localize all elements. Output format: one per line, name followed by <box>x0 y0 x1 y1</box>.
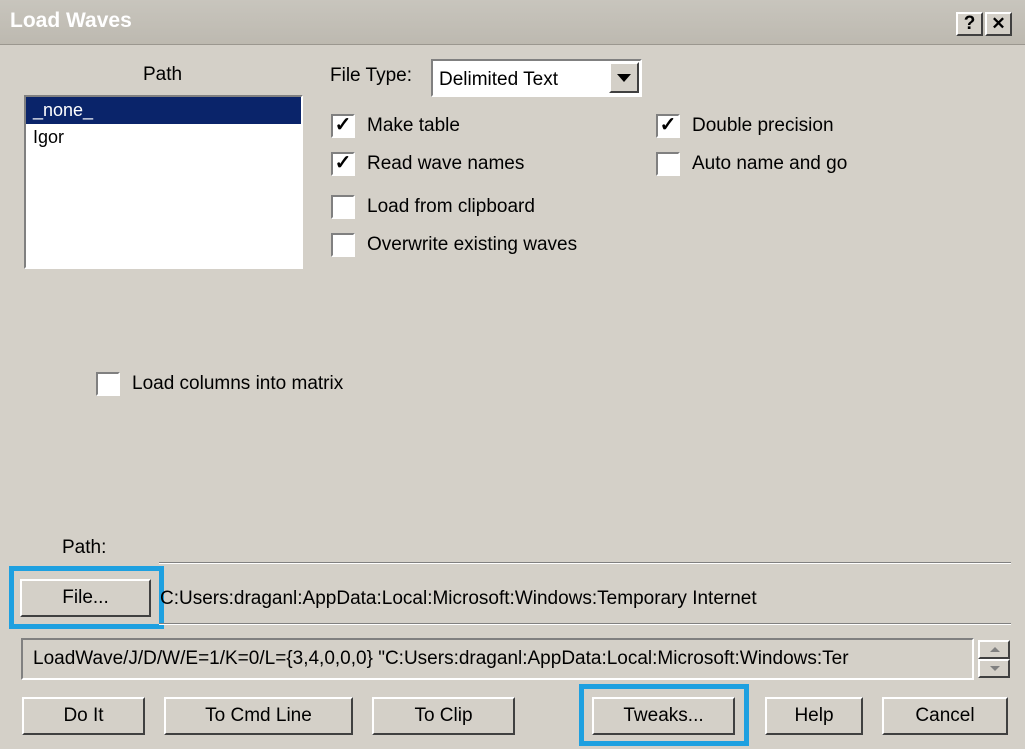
cancel-button[interactable]: Cancel <box>882 697 1008 735</box>
command-text: LoadWave/J/D/W/E=1/K=0/L={3,4,0,0,0} "C:… <box>33 648 849 669</box>
close-icon[interactable]: ✕ <box>985 12 1012 36</box>
file-type-dropdown[interactable]: Delimited Text <box>431 59 642 97</box>
do-it-button[interactable]: Do It <box>22 697 145 735</box>
scroll-down-icon[interactable] <box>978 659 1010 678</box>
separator-bottom <box>159 623 1011 625</box>
overwrite-existing-label: Overwrite existing waves <box>367 234 578 255</box>
title-bar: Load Waves ? ✕ <box>0 0 1025 45</box>
make-table-checkbox[interactable]: ✓ <box>331 114 355 138</box>
read-wave-names-label: Read wave names <box>367 153 525 174</box>
separator-top <box>159 562 1011 564</box>
load-columns-matrix-label: Load columns into matrix <box>132 373 344 394</box>
double-precision-label: Double precision <box>692 115 834 136</box>
file-button-highlight <box>9 566 164 629</box>
load-from-clipboard-label: Load from clipboard <box>367 196 535 217</box>
double-precision-checkbox[interactable]: ✓ <box>656 114 680 138</box>
auto-name-label: Auto name and go <box>692 153 848 174</box>
overwrite-existing-checkbox[interactable] <box>331 233 355 257</box>
auto-name-checkbox[interactable] <box>656 152 680 176</box>
path-list-header: Path <box>143 64 183 85</box>
path-section-label: Path: <box>62 537 107 558</box>
help-button[interactable]: Help <box>765 697 863 735</box>
chevron-down-icon[interactable] <box>609 62 639 93</box>
file-path-text: C:Users:draganl:AppData:Local:Microsoft:… <box>160 588 757 609</box>
path-listbox[interactable]: _none_ Igor <box>24 95 303 269</box>
file-type-label: File Type: <box>330 65 413 86</box>
scroll-up-icon[interactable] <box>978 640 1010 659</box>
path-list-item[interactable]: _none_ <box>26 97 301 124</box>
load-from-clipboard-checkbox[interactable] <box>331 195 355 219</box>
load-columns-matrix-checkbox[interactable] <box>96 372 120 396</box>
tweaks-button-highlight <box>579 684 749 746</box>
dialog-title: Load Waves <box>10 9 132 32</box>
make-table-label: Make table <box>367 115 460 136</box>
file-type-value: Delimited Text <box>439 69 558 90</box>
load-waves-dialog: Load Waves ? ✕ Path _none_ Igor File Typ… <box>0 0 1025 749</box>
to-clip-button[interactable]: To Clip <box>372 697 515 735</box>
read-wave-names-checkbox[interactable]: ✓ <box>331 152 355 176</box>
command-scroll[interactable] <box>978 640 1010 678</box>
path-list-item[interactable]: Igor <box>26 124 301 151</box>
command-field[interactable]: LoadWave/J/D/W/E=1/K=0/L={3,4,0,0,0} "C:… <box>21 638 974 680</box>
help-icon[interactable]: ? <box>956 12 983 36</box>
to-cmd-line-button[interactable]: To Cmd Line <box>164 697 353 735</box>
